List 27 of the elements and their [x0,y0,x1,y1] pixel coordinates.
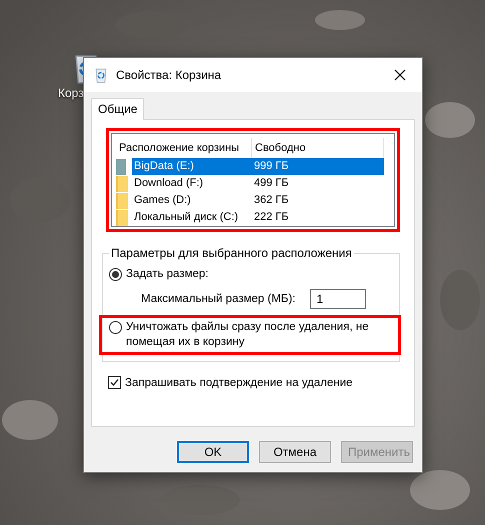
confirm-checkbox-row[interactable]: Запрашивать подтверждение на удаление [108,376,400,389]
folder-icon [116,176,128,192]
location-name[interactable]: Download (F:) [132,175,252,192]
radio-button[interactable] [109,321,122,334]
radio-option[interactable]: Уничтожать файлы сразу после удаления, не помещая их в корзину [109,320,394,350]
dialog-button[interactable]: Отмена [259,441,331,463]
free-space: 999 ГБ [252,158,384,175]
folder-icon [116,210,128,226]
checkbox[interactable] [108,376,121,389]
location-name[interactable]: Локальный диск (C:) [132,209,252,226]
free-space: 222 ГБ [253,210,290,225]
max-size-field[interactable]: 1 [310,289,366,309]
desktop-icon-label[interactable]: Корз [58,86,84,100]
free-space: 362 ГБ [253,193,290,208]
free-space: 499 ГБ [253,176,290,191]
window-title: Свойства: Корзина [116,68,222,82]
radio-option[interactable]: Задать размер: [109,267,394,282]
drive-icon [116,158,126,174]
close-icon [394,69,406,81]
location-name[interactable]: Games (D:) [132,192,252,209]
location-name[interactable]: BigData (E:) [132,158,252,175]
folder-icon [116,192,128,208]
dialog-button[interactable]: OK [177,441,249,463]
max-size-label: Максимальный размер (МБ): [141,293,296,305]
radio-button[interactable] [109,268,122,281]
group-title: Параметры для выбранного расположения [110,246,353,260]
tab[interactable]: Общие [91,98,144,120]
